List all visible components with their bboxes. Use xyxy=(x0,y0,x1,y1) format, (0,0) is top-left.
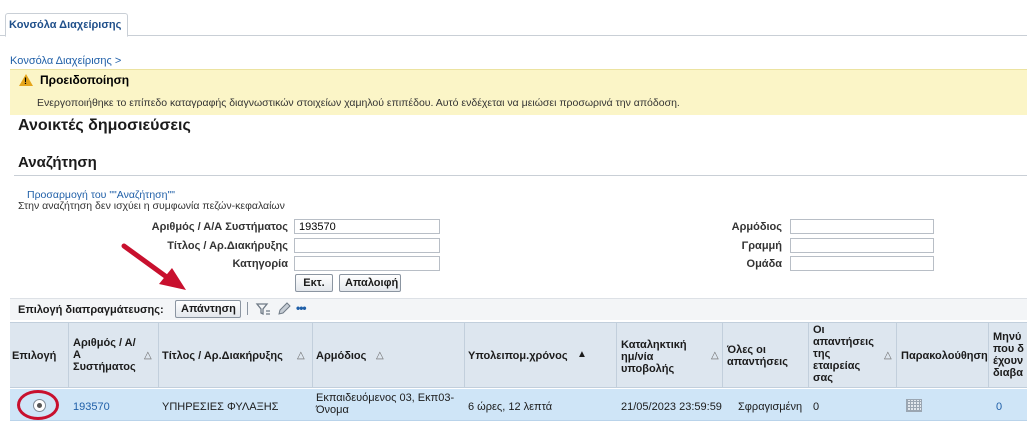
annotation-arrow xyxy=(121,243,186,290)
col-separator xyxy=(158,322,159,388)
row-company-replies: 0 xyxy=(813,401,820,413)
col-separator xyxy=(808,322,809,388)
edit-pencil-icon[interactable] xyxy=(276,301,292,317)
col-separator xyxy=(616,322,617,388)
header-all-replies[interactable]: Όλες οι απαντήσεις xyxy=(727,344,788,368)
sort-icon[interactable]: △ xyxy=(376,350,384,361)
filter-icon[interactable] xyxy=(255,301,271,317)
col-separator xyxy=(988,322,989,388)
header-title[interactable]: Τίτλος / Αρ.Διακήρυξης xyxy=(162,350,283,362)
sort-icon[interactable]: △ xyxy=(884,350,892,361)
row-all-replies: Σφραγισμένη xyxy=(738,401,803,413)
row-deadline: 21/05/2023 23:59:59 xyxy=(621,401,722,413)
toolbar-separator xyxy=(247,302,248,315)
section-divider xyxy=(14,175,1027,176)
responsible-label: Αρμόδιος xyxy=(731,221,782,233)
title-input[interactable] xyxy=(294,238,440,253)
system-no-input[interactable] xyxy=(294,219,440,234)
row-responsible: Εκπαιδευόμενος 03, Εκπ03- Όνομα xyxy=(316,392,455,416)
header-select: Επιλογή xyxy=(12,350,57,362)
annotation-circle xyxy=(17,390,59,420)
row-unread-messages[interactable]: 0 xyxy=(996,401,1002,413)
col-separator xyxy=(68,322,69,388)
search-section-title: Αναζήτηση xyxy=(18,154,97,171)
run-button[interactable]: Εκτ. xyxy=(295,274,333,292)
header-unread-messages: Μηνύ που δ έχουν διαβα xyxy=(993,331,1024,379)
header-remaining-time[interactable]: Υπολειπομ.χρόνος xyxy=(468,350,568,362)
tab-bar xyxy=(0,13,1027,36)
header-deadline[interactable]: Καταληκτική ημ/νία υποβολής xyxy=(621,339,687,375)
breadcrumb[interactable]: Κονσόλα Διαχείρισης > xyxy=(10,55,121,67)
header-company-replies[interactable]: Οι απαντήσεις της εταιρείας σας xyxy=(813,324,874,384)
warning-text: Ενεργοποιήθηκε το επίπεδο καταγραφής δια… xyxy=(37,97,680,109)
sort-icon[interactable]: △ xyxy=(144,350,152,361)
category-input[interactable] xyxy=(294,256,440,271)
line-label: Γραμμή xyxy=(741,240,782,252)
warning-title: Προειδοποίηση xyxy=(40,73,130,87)
group-input[interactable] xyxy=(790,256,934,271)
sort-icon[interactable]: △ xyxy=(711,350,719,361)
header-responsible[interactable]: Αρμόδιος xyxy=(316,350,366,362)
row-title: ΥΠΗΡΕΣΙΕΣ ΦΥΛΑΞΗΣ xyxy=(162,401,279,413)
top-strip xyxy=(0,0,1027,13)
col-separator xyxy=(312,322,313,388)
row-remaining-time: 6 ώρες, 12 λεπτά xyxy=(468,401,553,413)
group-label: Ομάδα xyxy=(746,258,782,270)
page-title: Ανοικτές δημοσιεύσεις xyxy=(18,117,191,134)
responsible-input[interactable] xyxy=(790,219,934,234)
header-system-no[interactable]: Αριθμός / Α/ Α Συστήματος xyxy=(73,337,136,373)
more-options-icon[interactable]: ••• xyxy=(296,301,307,315)
tab-admin-console[interactable]: Κονσόλα Διαχείρισης xyxy=(5,13,129,37)
clear-button[interactable]: Απαλοιφή xyxy=(339,274,401,292)
monitoring-grid-icon[interactable] xyxy=(906,399,922,412)
system-no-label: Αριθμός / Α/Α Συστήματος xyxy=(151,221,288,233)
col-separator xyxy=(464,322,465,388)
sort-ascending-icon[interactable]: ▲ xyxy=(577,349,587,360)
case-insensitive-note: Στην αναζήτηση δεν ισχύει η συμφωνία πεζ… xyxy=(18,200,285,212)
sort-icon[interactable]: △ xyxy=(297,350,305,361)
header-monitoring: Παρακολούθηση xyxy=(901,350,988,362)
row-system-no-link[interactable]: 193570 xyxy=(73,401,110,413)
col-separator xyxy=(896,322,897,388)
col-separator xyxy=(722,322,723,388)
warning-icon-mark: ! xyxy=(24,76,27,86)
line-input[interactable] xyxy=(790,238,934,253)
